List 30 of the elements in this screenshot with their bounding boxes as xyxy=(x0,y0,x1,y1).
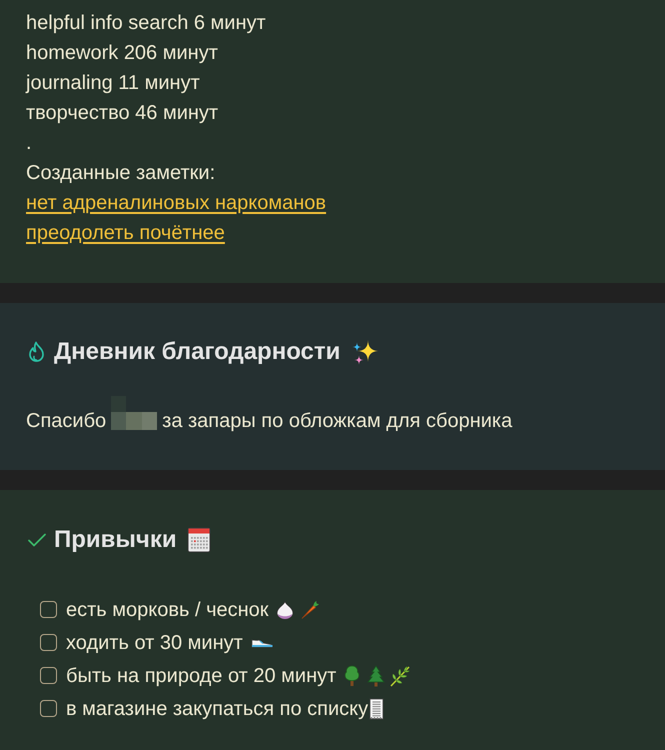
notes-label: Созданные заметки: xyxy=(26,161,216,186)
section-heading: Привычки xyxy=(54,525,177,555)
note-link[interactable]: преодолеть почётнее xyxy=(26,222,225,244)
scroll-icon xyxy=(368,696,386,720)
log-line: helpful info search 6 минут xyxy=(26,11,267,36)
habit-label: ходить от 30 минут xyxy=(66,630,243,656)
garlic-icon xyxy=(274,600,295,620)
sneaker-icon xyxy=(250,637,273,648)
habit-label: быть на природе от 20 минут xyxy=(66,664,336,688)
checkbox[interactable] xyxy=(40,700,57,717)
checkbox[interactable] xyxy=(40,601,57,618)
section-heading: Дневник благодарности xyxy=(54,337,340,367)
check-icon xyxy=(28,533,46,547)
habit-label: есть морковь / чеснок xyxy=(66,598,269,622)
gratitude-text: Спасибо xyxy=(26,409,106,434)
log-line: . xyxy=(26,131,33,156)
gratitude-text: за запары по обложкам для сборника xyxy=(162,409,512,434)
log-line: journaling 11 минут xyxy=(26,71,201,96)
herb-icon xyxy=(390,664,412,686)
calendar-icon xyxy=(186,527,211,553)
log-line: творчество 46 минут xyxy=(26,101,220,126)
habit-label: в магазине закупаться по списку xyxy=(66,696,368,722)
log-line: homework 206 минут xyxy=(26,41,219,66)
checkbox[interactable] xyxy=(40,667,57,684)
checkbox[interactable] xyxy=(40,634,57,651)
carrot-icon xyxy=(300,600,320,620)
evergreen-tree-icon xyxy=(367,664,386,686)
note-link[interactable]: нет адреналиновых наркоманов xyxy=(26,192,326,214)
tree-icon xyxy=(342,664,362,686)
flame-icon xyxy=(28,341,45,363)
